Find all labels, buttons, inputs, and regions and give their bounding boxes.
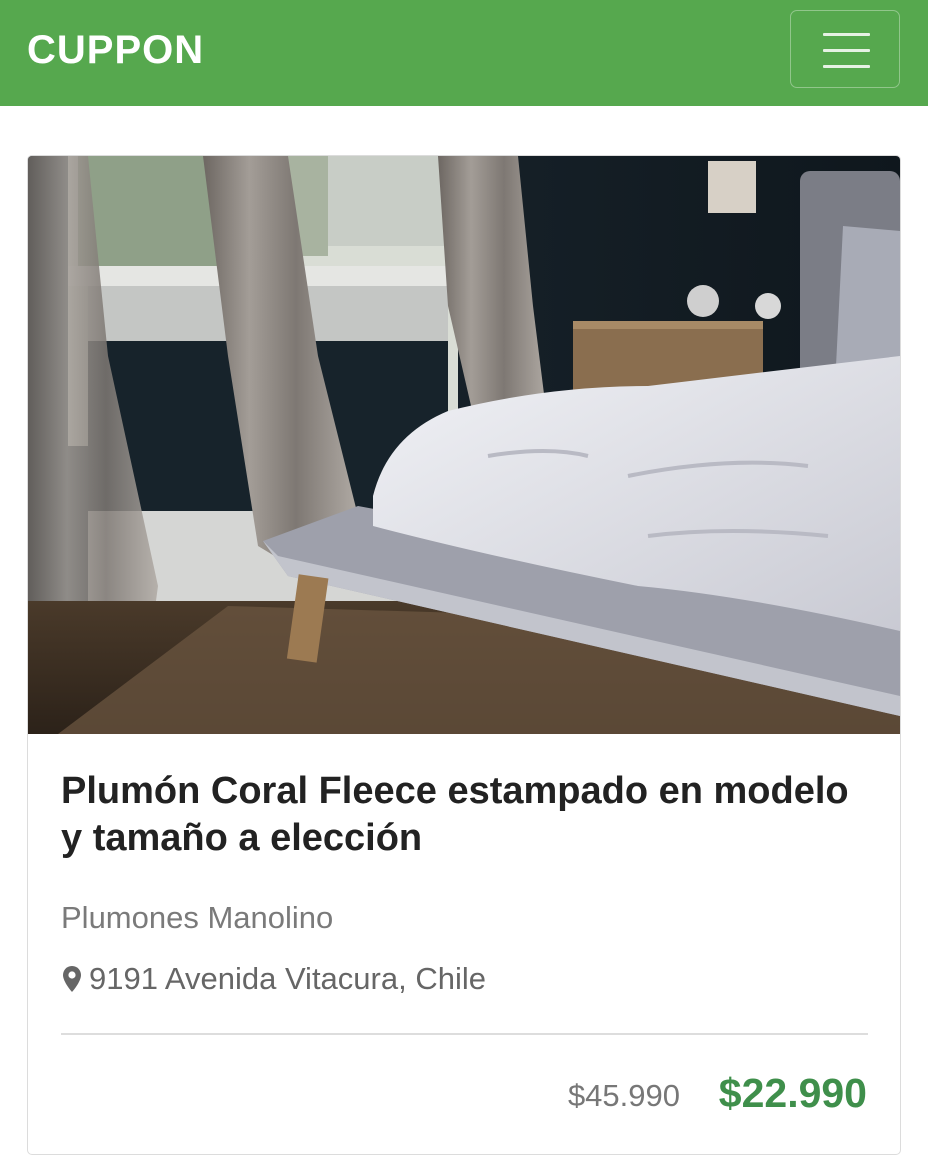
hamburger-menu-icon-bar-3 [823, 65, 870, 68]
divider [61, 1033, 868, 1035]
original-price: $45.990 [567, 1078, 680, 1113]
address-text: 9191 Avenida Vitacura, Chile [89, 961, 486, 996]
hamburger-menu-icon-bar-2 [823, 49, 870, 52]
brand-logo[interactable]: CUPPON [27, 28, 204, 72]
menu-toggle-button[interactable] [790, 10, 900, 88]
merchant-name: Plumones Manolino [61, 900, 334, 935]
map-marker-icon [63, 966, 81, 992]
deal-image[interactable] [28, 156, 900, 734]
navbar: CUPPON [0, 0, 928, 106]
hamburger-menu-icon [823, 33, 870, 36]
discount-price: $22.990 [718, 1070, 867, 1116]
deal-address: 9191 Avenida Vitacura, Chile [61, 961, 486, 997]
deal-title[interactable]: Plumón Coral Fleece estampado en modelo … [61, 768, 871, 862]
deal-card[interactable]: Plumón Coral Fleece estampado en modelo … [27, 155, 901, 1155]
